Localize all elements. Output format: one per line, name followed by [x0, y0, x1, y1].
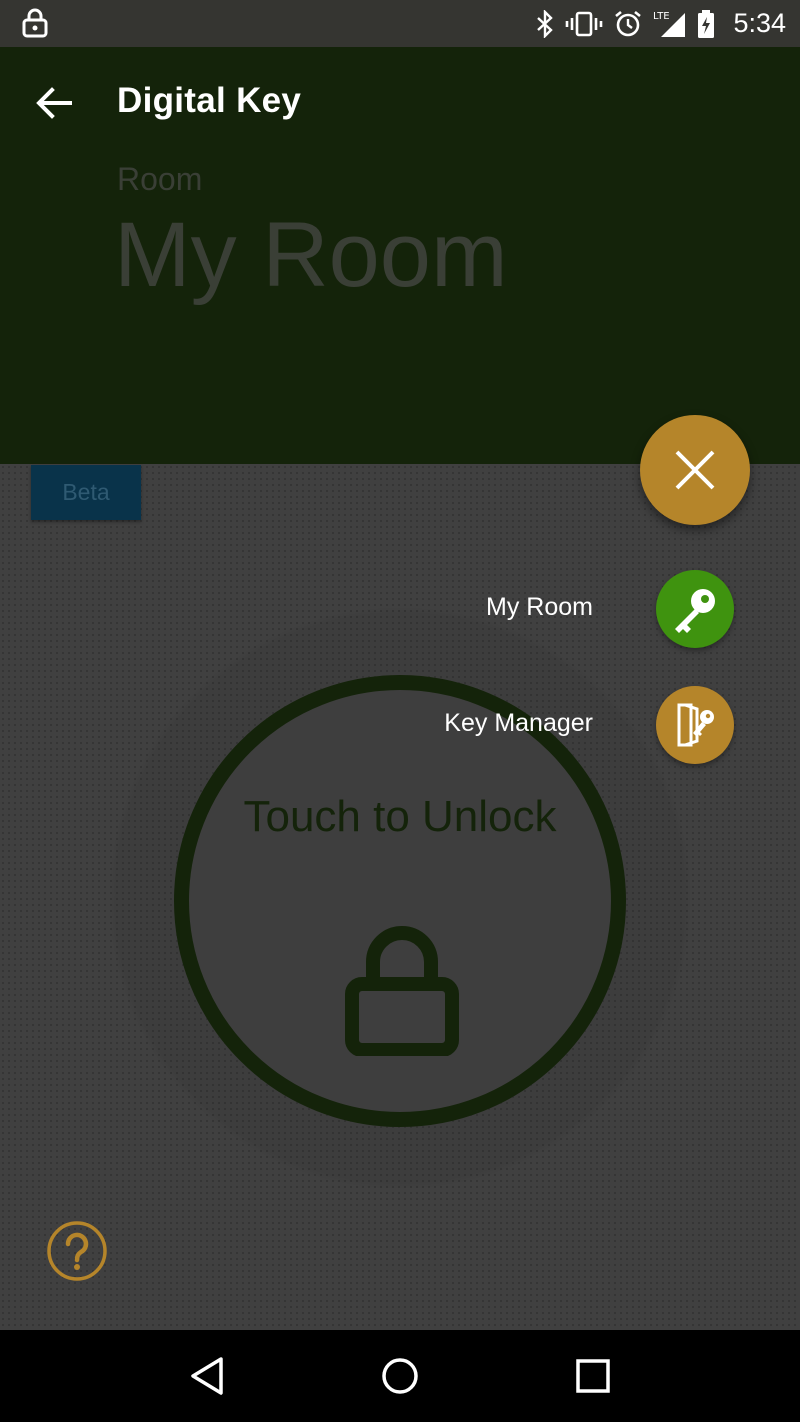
- nav-back-icon: [190, 1357, 223, 1395]
- status-icons: LTE 5:34: [535, 0, 786, 47]
- alarm-icon: [615, 10, 642, 36]
- bluetooth-icon: [537, 9, 554, 38]
- nav-recents-icon: [576, 1359, 611, 1393]
- lock-icon: [22, 8, 48, 38]
- status-time: 5:34: [733, 8, 786, 38]
- key-manager-icon: [677, 703, 714, 747]
- fab-label-my-room[interactable]: My Room: [486, 593, 593, 622]
- room-name: My Room: [114, 204, 508, 306]
- battery-charging-icon: [698, 9, 715, 38]
- status-bar: LTE 5:34: [0, 0, 800, 47]
- key-icon: [675, 589, 715, 633]
- close-menu-button[interactable]: [640, 415, 750, 525]
- fab-label-key-manager[interactable]: Key Manager: [444, 709, 593, 738]
- my-room-button[interactable]: [656, 570, 734, 648]
- beta-badge: Beta: [31, 465, 141, 520]
- svg-text:LTE: LTE: [653, 11, 670, 22]
- back-arrow-icon[interactable]: [30, 83, 80, 123]
- vibrate-icon: [566, 11, 603, 36]
- nav-home-icon: [382, 1358, 418, 1394]
- system-nav-bar: [0, 1330, 800, 1422]
- padlock-icon: [345, 926, 459, 1056]
- room-label: Room: [117, 161, 203, 197]
- lte-signal-icon: LTE: [653, 11, 686, 37]
- nav-back-button[interactable]: [177, 1346, 237, 1406]
- app-header: Digital Key Room My Room: [0, 47, 800, 464]
- app-title: Digital Key: [117, 81, 302, 120]
- unlock-text: Touch to Unlock: [243, 792, 557, 841]
- nav-home-button[interactable]: [370, 1346, 430, 1406]
- close-icon: [675, 450, 715, 490]
- key-manager-button[interactable]: [656, 686, 734, 764]
- touch-to-unlock-button[interactable]: Touch to Unlock: [174, 675, 626, 1127]
- app-screen: LTE 5:34 Digital Key Room My Room Beta T…: [0, 0, 800, 1422]
- help-icon[interactable]: [46, 1220, 108, 1282]
- nav-recents-button[interactable]: [563, 1346, 623, 1406]
